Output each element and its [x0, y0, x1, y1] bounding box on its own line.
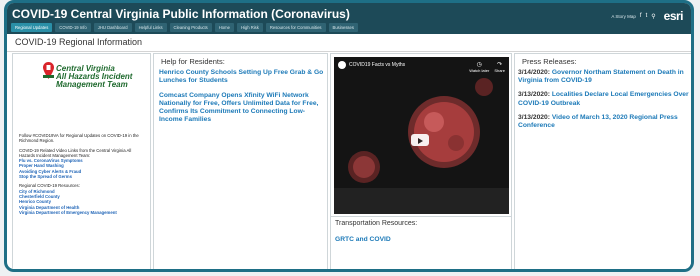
tab-businesses[interactable]: Businesses [328, 23, 358, 32]
watch-later-label: Watch later [469, 68, 490, 73]
esri-logo[interactable]: esri [664, 9, 684, 23]
tab-regional-updates[interactable]: Regional Updates [11, 23, 53, 32]
press-date: 3/13/2020: [518, 113, 550, 121]
page-title: COVID-19 Regional Information [15, 37, 143, 47]
divider [331, 216, 511, 217]
grtc-link[interactable]: GRTC and COVID [335, 236, 391, 244]
press-item[interactable]: 3/13/2020: Localities Declare Local Emer… [518, 91, 690, 107]
media-panel: COVID19 Facts vs Myths ◷ Watch later ↷ S… [330, 53, 512, 269]
press-date: 3/14/2020: [518, 69, 550, 76]
resident-link[interactable]: Comcast Company Opens Xfinity WiFi Netwo… [159, 92, 325, 125]
share-icon: ↷ [497, 62, 503, 68]
follow-text: Follow #COVID19VA for Regional Updates o… [19, 133, 139, 144]
residents-header: Help for Residents: [161, 57, 225, 66]
info-panel: Central Virginia All Hazards Incident Ma… [12, 53, 151, 269]
press-date: 3/13/2020: [518, 91, 550, 99]
page-title-bar: COVID-19 Regional Information [7, 34, 691, 52]
facebook-icon[interactable]: f [640, 13, 642, 19]
share-label: Share [494, 68, 505, 73]
watch-later-button[interactable]: ◷ Watch later [469, 61, 489, 73]
story-map-label: A Story Map [611, 13, 636, 19]
residents-list: Henrico County Schools Setting Up Free G… [159, 69, 325, 125]
tab-helpful-links[interactable]: Helpful Links [134, 23, 167, 32]
resource-link[interactable]: Virginia Department of Emergency Managem… [19, 210, 147, 215]
app-frame: COVID-19 Central Virginia Public Informa… [4, 0, 694, 272]
tab-covid-info[interactable]: COVID-19 Info [55, 23, 91, 32]
video-footer [334, 188, 509, 214]
press-panel: Press Releases: 3/14/2020: Governor Nort… [514, 53, 691, 269]
incident-team-logo: Central Virginia All Hazards Incident Ma… [43, 62, 133, 94]
press-item[interactable]: 3/14/2020: Governor Northam Statement on… [518, 69, 690, 85]
resident-link[interactable]: Henrico County Schools Setting Up Free G… [159, 69, 325, 86]
tab-home[interactable]: Home [214, 23, 234, 32]
header-tools: A Story Map f t ⚲ esri [611, 9, 683, 23]
top-bar: COVID-19 Central Virginia Public Informa… [7, 3, 691, 34]
transportation-header: Transportation Resources: [335, 220, 418, 227]
press-item[interactable]: 3/13/2020: Video of March 13, 2020 Regio… [518, 114, 690, 130]
tab-jhu-dashboard[interactable]: JHU Dashboard [93, 23, 132, 32]
residents-panel: Help for Residents: Henrico County Schoo… [153, 53, 328, 269]
tab-high-risk[interactable]: High Risk [236, 23, 263, 32]
channel-avatar[interactable] [338, 61, 346, 69]
clock-icon: ◷ [476, 62, 482, 68]
play-button[interactable] [411, 134, 429, 146]
video-player[interactable]: COVID19 Facts vs Myths ◷ Watch later ↷ S… [334, 57, 509, 214]
twitter-icon[interactable]: t [646, 13, 648, 19]
map-pin-icon [43, 62, 54, 79]
tab-bar: Regional Updates COVID-19 Info JHU Dashb… [11, 23, 358, 32]
tab-cleaning-products[interactable]: Cleaning Products [169, 23, 212, 32]
video-tools: ◷ Watch later ↷ Share [469, 61, 505, 73]
share-button[interactable]: ↷ Share [494, 61, 505, 73]
press-header: Press Releases: [522, 57, 577, 66]
link-icon[interactable]: ⚲ [651, 13, 655, 20]
video-title[interactable]: COVID19 Facts vs Myths [349, 62, 405, 68]
logo-line-3: Management Team [56, 80, 128, 89]
video-links-intro: COVID-19 Related Video Links from the Ce… [19, 147, 132, 158]
info-text: Follow #COVID19VA for Regional Updates o… [19, 133, 147, 215]
app-title: COVID-19 Central Virginia Public Informa… [12, 7, 350, 21]
tab-resources-communities[interactable]: Resources for Communities [265, 23, 326, 32]
play-icon [418, 138, 423, 144]
press-list: 3/14/2020: Governor Northam Statement on… [518, 69, 690, 136]
